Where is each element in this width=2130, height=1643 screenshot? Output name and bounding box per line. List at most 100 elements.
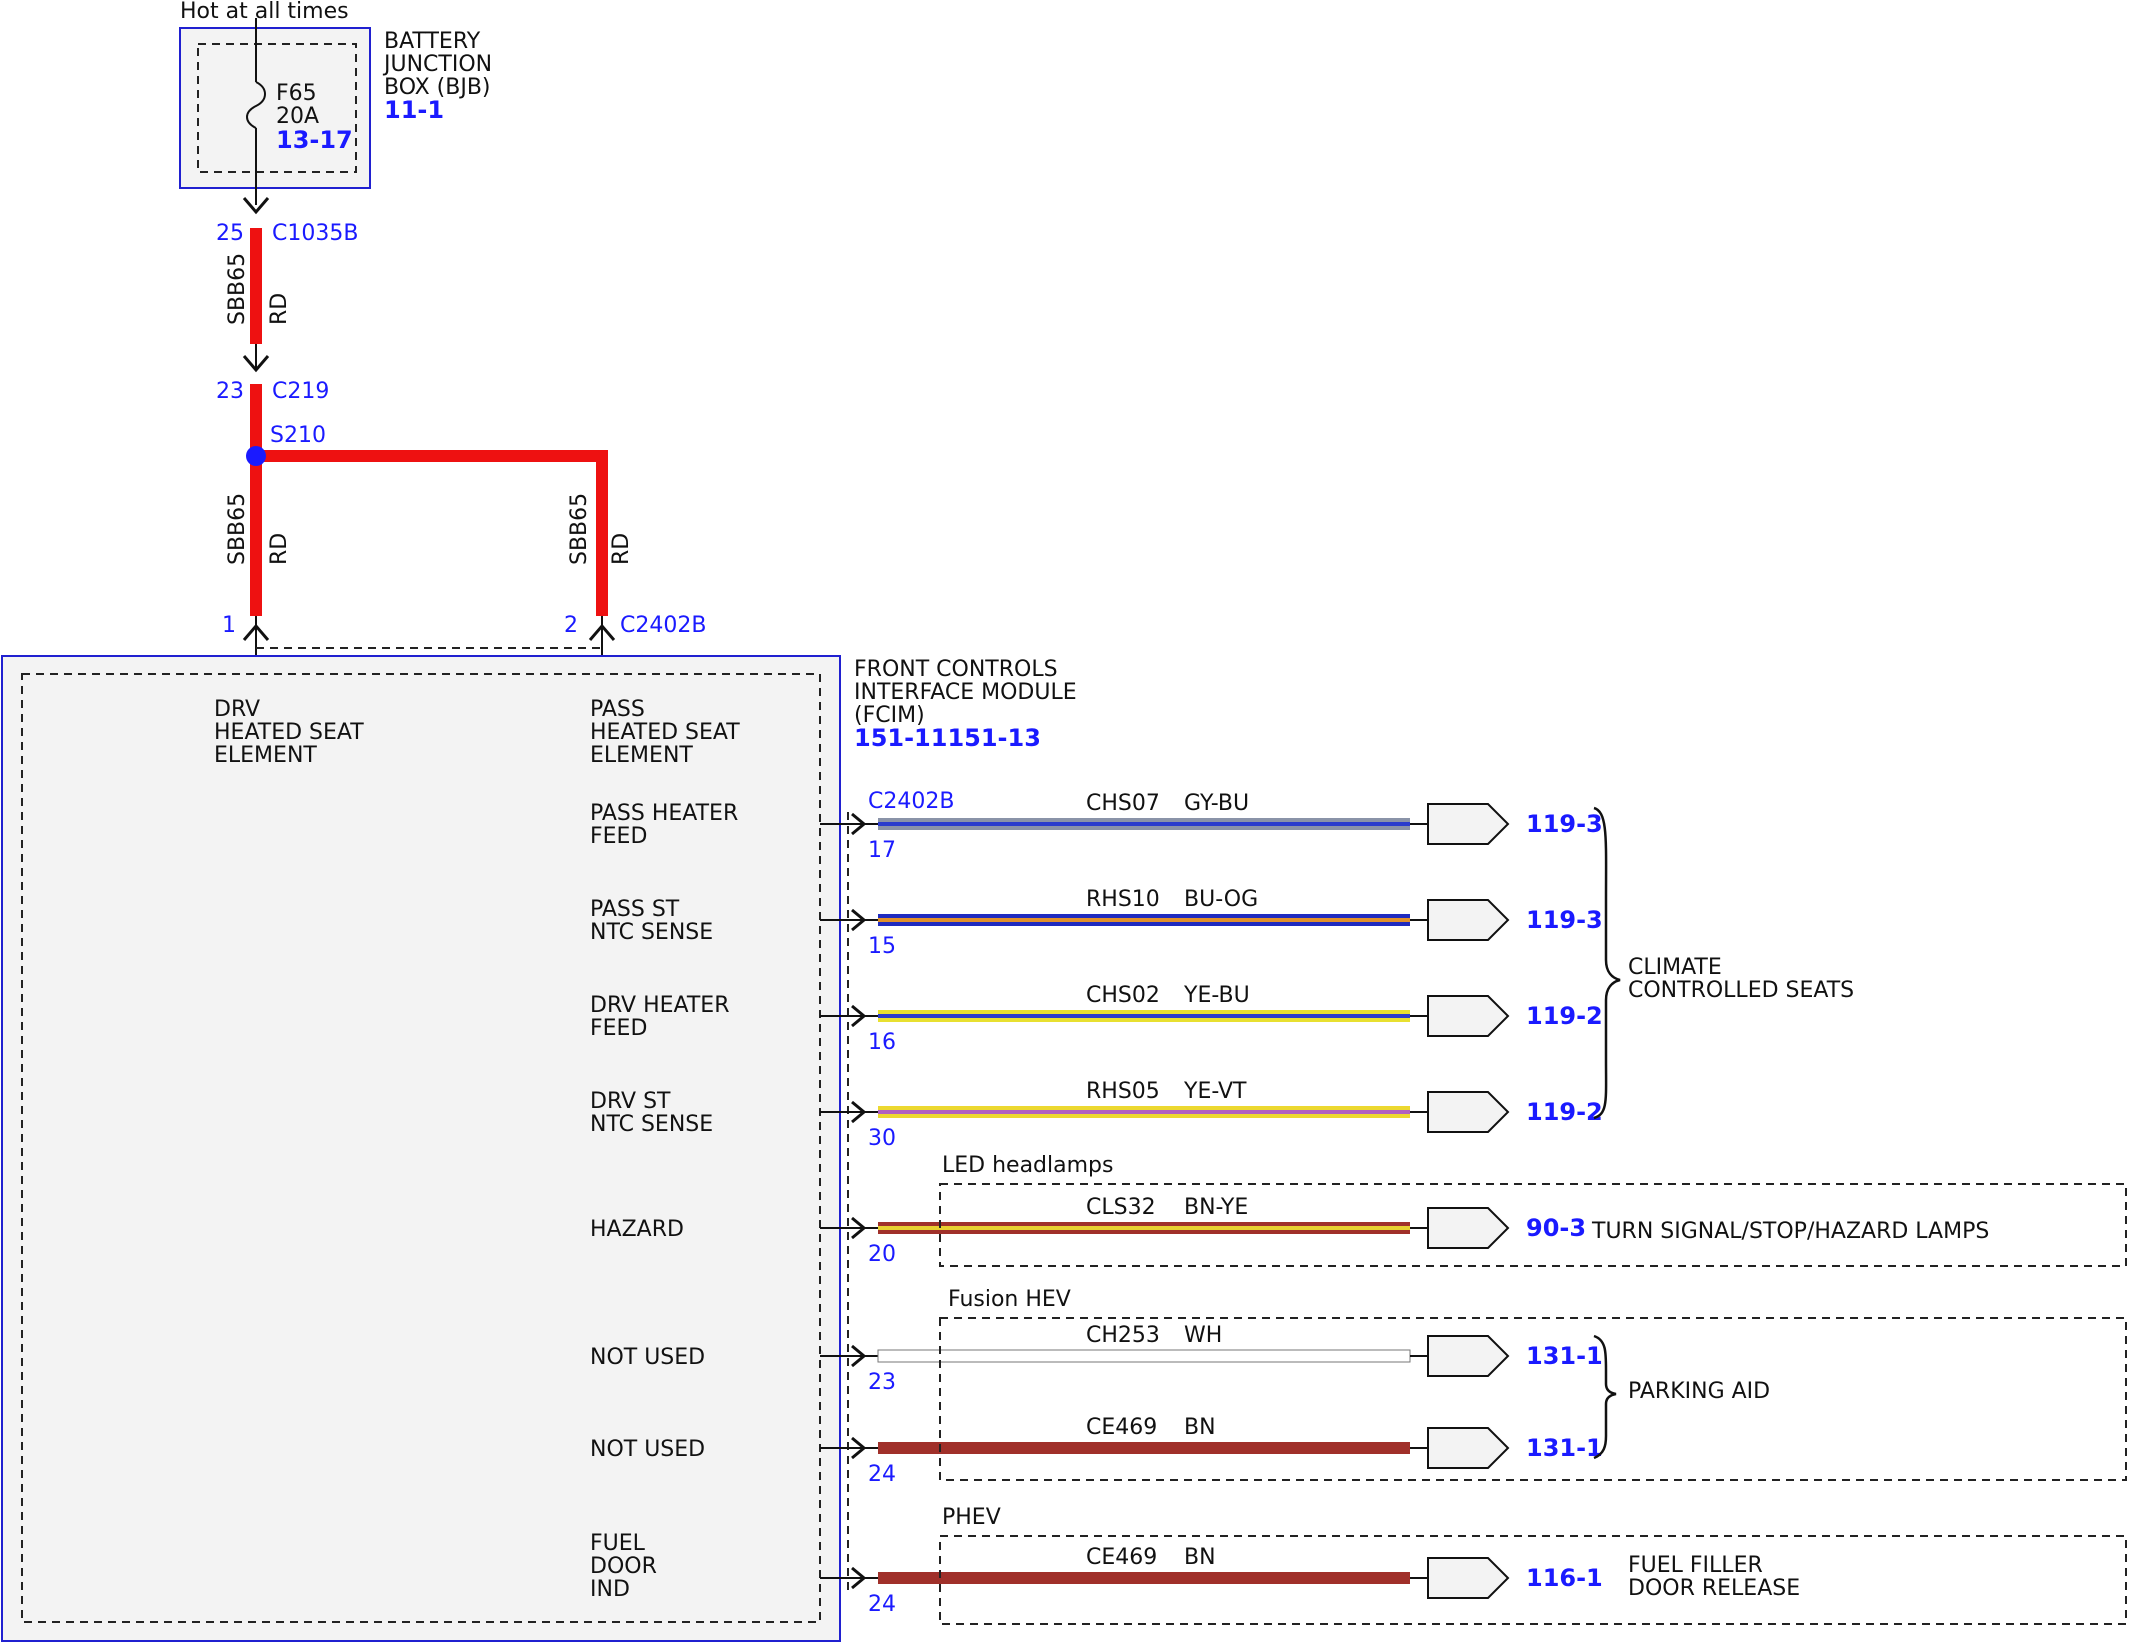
output-label: PASS ST — [590, 897, 680, 922]
splice-name: S210 — [270, 423, 326, 448]
off-page-arrow-icon — [1427, 1207, 1510, 1249]
output-circuit: RHS10 — [1086, 887, 1160, 912]
output-pin: 30 — [868, 1126, 896, 1151]
off-page-arrow-icon — [1427, 995, 1510, 1037]
c1035b-name: C1035B — [272, 221, 358, 246]
splice-branch-wire — [256, 450, 608, 462]
output-ref-link[interactable]: 119-3 — [1526, 810, 1603, 838]
fusion-hev-label: Fusion HEV — [948, 1287, 1071, 1312]
bjb-box — [179, 27, 371, 189]
output-label: FUEL — [590, 1531, 646, 1556]
output-wire-stripe — [878, 918, 1410, 922]
bjb-ref-link[interactable]: 11-1 — [384, 96, 444, 124]
output-label: HAZARD — [590, 1217, 684, 1242]
output-circuit: CLS32 — [1086, 1195, 1156, 1220]
led-headlamps-label: LED headlamps — [942, 1153, 1113, 1178]
drv-seat-label-3: ELEMENT — [214, 743, 317, 768]
left-circuit-label: SBB65 — [225, 493, 250, 565]
output-wire-stripe — [878, 822, 1410, 826]
output-ref-link[interactable]: 90-3 — [1526, 1214, 1586, 1242]
wiring-diagram: Hot at all times BATTERY JUNCTION BOX (B… — [1, 0, 2127, 1642]
right-feed-wire — [596, 450, 608, 616]
output-label: DOOR — [590, 1554, 657, 1579]
output-pin: 24 — [868, 1592, 896, 1617]
left-color-label: RD — [267, 533, 292, 565]
climate-brace-icon — [1593, 806, 1621, 1120]
output-wire — [878, 1572, 1410, 1584]
output-wire-stripe — [878, 1110, 1410, 1114]
fuel-filler-label-2: DOOR RELEASE — [1628, 1576, 1800, 1601]
output-wire — [877, 1349, 1411, 1363]
output-circuit: CE469 — [1086, 1545, 1157, 1570]
output-pin: 20 — [868, 1242, 896, 1267]
c219-pin: 23 — [216, 379, 244, 404]
output-color-code: BN — [1184, 1545, 1216, 1570]
fcim-name-2: INTERFACE MODULE — [854, 680, 1077, 705]
c2402b-name: C2402B — [620, 613, 706, 638]
phev-label: PHEV — [942, 1505, 1001, 1530]
upper-feed-wire — [250, 228, 262, 344]
c2402b-pin2: 2 — [564, 613, 578, 638]
output-circuit: RHS05 — [1086, 1079, 1160, 1104]
right-color-label: RD — [609, 533, 634, 565]
output-ref-link[interactable]: 119-3 — [1526, 906, 1603, 934]
output-label: NTC SENSE — [590, 1112, 713, 1137]
output-wire — [878, 1442, 1410, 1454]
climate-seats-label-1: CLIMATE — [1628, 955, 1722, 980]
output-label: NOT USED — [590, 1437, 705, 1462]
off-page-arrow-icon — [1427, 1427, 1510, 1469]
drv-seat-label-2: HEATED SEAT — [214, 720, 364, 745]
output-circuit: CH253 — [1086, 1323, 1160, 1348]
c219-to-splice-wire — [250, 384, 262, 456]
parking-aid-label: PARKING AID — [1628, 1379, 1770, 1404]
output-circuit: CHS02 — [1086, 983, 1160, 1008]
fcim-ref-link[interactable]: 151-11151-13 — [854, 724, 1041, 752]
off-page-arrow-icon — [1427, 1091, 1510, 1133]
output-circuit: CHS07 — [1086, 791, 1160, 816]
output-ref-link[interactable]: 131-1 — [1526, 1434, 1603, 1462]
output-ref-link[interactable]: 119-2 — [1526, 1098, 1603, 1126]
turn-signal-label: TURN SIGNAL/STOP/HAZARD LAMPS — [1591, 1219, 1989, 1244]
output-label: DRV HEATER — [590, 993, 729, 1018]
output-pin: 17 — [868, 838, 896, 863]
off-page-arrow-icon — [1427, 1335, 1510, 1377]
off-page-arrow-icon — [1427, 803, 1510, 845]
pass-seat-label-3: ELEMENT — [590, 743, 693, 768]
output-label: DRV ST — [590, 1089, 671, 1114]
fuse-id: F65 — [276, 81, 317, 106]
fuse-ref-link[interactable]: 13-17 — [276, 126, 353, 154]
off-page-arrow-icon — [1427, 1557, 1510, 1599]
output-color-code: YE-VT — [1183, 1079, 1247, 1104]
output-color-code: YE-BU — [1183, 983, 1250, 1008]
fuel-filler-label-1: FUEL FILLER — [1628, 1553, 1763, 1578]
output-ref-link[interactable]: 119-2 — [1526, 1002, 1603, 1030]
output-label: IND — [590, 1577, 630, 1602]
output-color-code: BN-YE — [1184, 1195, 1248, 1220]
upper-color-label: RD — [267, 293, 292, 325]
output-pin: 16 — [868, 1030, 896, 1055]
hot-at-all-times-label: Hot at all times — [180, 0, 349, 24]
right-circuit-label: SBB65 — [567, 493, 592, 565]
output-label: FEED — [590, 824, 647, 849]
drv-seat-label-1: DRV — [214, 697, 260, 722]
bjb-name-line-1: BATTERY — [384, 29, 481, 54]
output-pin: 24 — [868, 1462, 896, 1487]
c219-name: C219 — [272, 379, 329, 404]
climate-seats-label-2: CONTROLLED SEATS — [1628, 978, 1854, 1003]
c2402b-pin1: 1 — [222, 613, 236, 638]
c1035b-pin: 25 — [216, 221, 244, 246]
pass-seat-label-2: HEATED SEAT — [590, 720, 740, 745]
c2402b-side-name: C2402B — [868, 789, 954, 814]
output-color-code: BN — [1184, 1415, 1216, 1440]
bjb-name-line-2: JUNCTION — [382, 52, 492, 77]
off-page-arrow-icon — [1427, 899, 1510, 941]
output-ref-link[interactable]: 131-1 — [1526, 1342, 1603, 1370]
fcim-name-1: FRONT CONTROLS — [854, 657, 1058, 682]
output-wire-stripe — [878, 1014, 1410, 1018]
output-ref-link[interactable]: 116-1 — [1526, 1564, 1603, 1592]
output-pin: 23 — [868, 1370, 896, 1395]
left-feed-wire — [250, 456, 262, 616]
splice-s210-dot — [246, 446, 266, 466]
output-label: NTC SENSE — [590, 920, 713, 945]
upper-circuit-label: SBB65 — [225, 253, 250, 325]
